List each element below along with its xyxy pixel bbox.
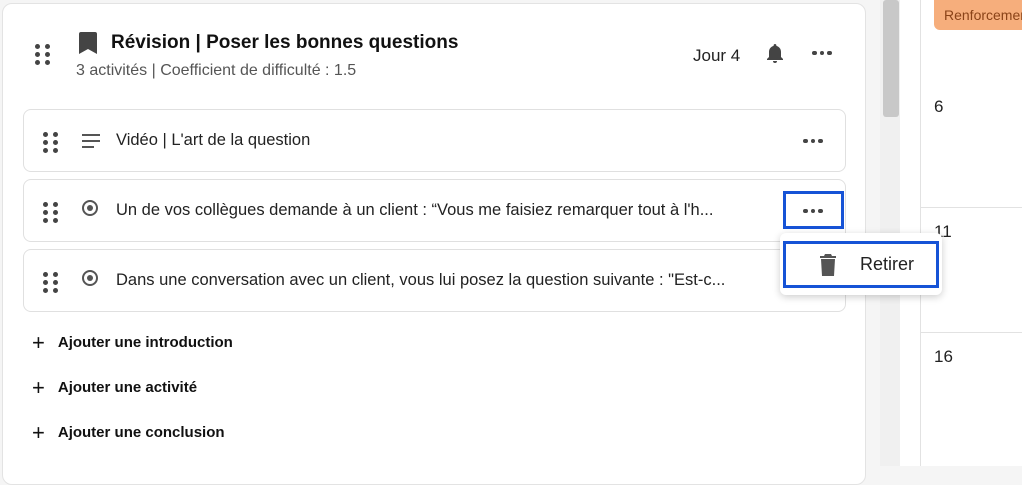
calendar-divider xyxy=(921,332,1022,333)
calendar-day[interactable]: 6 xyxy=(934,97,943,117)
module-title: Révision | Poser les bonnes questions xyxy=(111,32,459,53)
activity-label: Dans une conversation avec un client, vo… xyxy=(116,271,726,289)
module-header: Révision | Poser les bonnes questions xyxy=(79,32,458,54)
add-activity-link[interactable]: + Ajouter une activité xyxy=(32,374,198,400)
bookmark-icon xyxy=(79,32,97,54)
add-conclusion-link[interactable]: + Ajouter une conclusion xyxy=(32,419,225,445)
add-introduction-link[interactable]: + Ajouter une introduction xyxy=(32,329,233,355)
plus-icon: + xyxy=(32,374,45,400)
activity-row[interactable]: Vidéo | L'art de la question xyxy=(23,109,846,172)
calendar-event-badge[interactable]: Renforcement xyxy=(934,0,1022,30)
radio-question-icon xyxy=(82,270,98,286)
calendar-divider xyxy=(921,207,1022,208)
remove-label: Retirer xyxy=(860,254,915,274)
remove-menu-item[interactable]: Retirer xyxy=(783,241,939,288)
bell-icon[interactable] xyxy=(766,44,784,69)
activity-more-button[interactable] xyxy=(799,134,827,148)
module-card: Révision | Poser les bonnes questions 3 … xyxy=(2,3,866,485)
module-more-button[interactable] xyxy=(808,46,836,60)
add-introduction-label: Ajouter une introduction xyxy=(57,334,233,351)
day-label: Jour 4 xyxy=(693,46,741,65)
activity-row[interactable]: Dans une conversation avec un client, vo… xyxy=(23,249,846,312)
plus-icon: + xyxy=(32,329,45,355)
activity-row[interactable]: Un de vos collègues demande à un client … xyxy=(23,179,846,242)
context-menu: Retirer xyxy=(780,233,942,295)
trash-icon xyxy=(820,253,836,276)
text-lines-icon xyxy=(82,134,100,152)
drag-handle-icon[interactable] xyxy=(43,202,58,223)
drag-handle-icon[interactable] xyxy=(43,272,58,293)
add-conclusion-label: Ajouter une conclusion xyxy=(57,424,225,441)
plus-icon: + xyxy=(32,419,45,445)
activity-label: Vidéo | L'art de la question xyxy=(116,131,311,149)
calendar-day[interactable]: 16 xyxy=(934,347,953,367)
radio-question-icon xyxy=(82,200,98,216)
drag-handle-icon[interactable] xyxy=(43,132,58,153)
add-activity-label: Ajouter une activité xyxy=(57,379,198,396)
activity-label: Un de vos collègues demande à un client … xyxy=(116,201,714,219)
drag-handle-icon[interactable] xyxy=(35,44,50,65)
focus-highlight xyxy=(783,191,844,229)
module-subtitle: 3 activités | Coefficient de difficulté … xyxy=(76,62,357,79)
scrollbar-thumb[interactable] xyxy=(883,0,899,117)
